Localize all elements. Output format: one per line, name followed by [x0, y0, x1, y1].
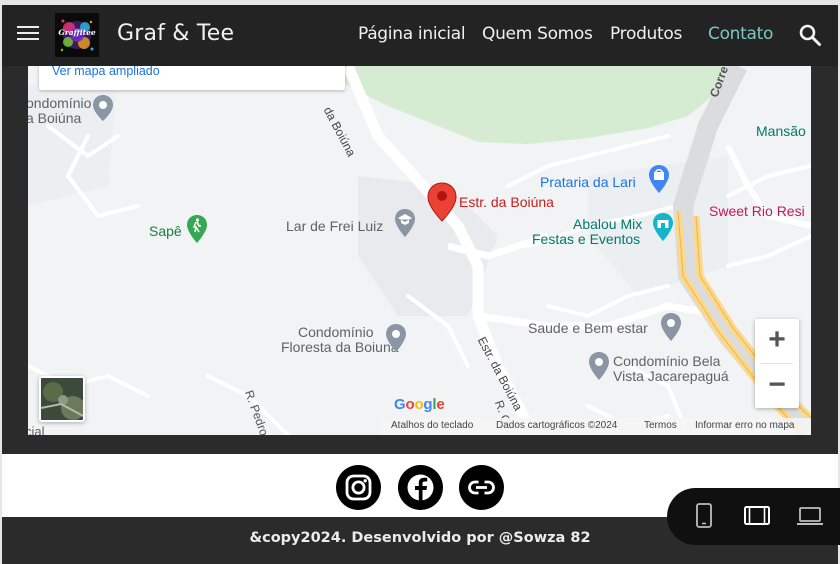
keyboard-shortcuts-link[interactable]: Atalhos do teclado	[391, 420, 473, 431]
map-data-text: Dados cartográficos ©2024	[496, 420, 618, 431]
map-attribution-bar: Atalhos do teclado Dados cartográficos ©…	[382, 418, 811, 435]
location-pin-icon[interactable]	[92, 94, 114, 122]
zoom-in-button[interactable]: +	[755, 319, 799, 363]
satellite-toggle-button[interactable]	[39, 376, 85, 422]
location-pin-icon[interactable]	[660, 312, 682, 342]
nav-products[interactable]: Produtos	[610, 24, 682, 44]
selected-location-pin-icon[interactable]	[427, 182, 457, 222]
school-pin-icon[interactable]	[394, 208, 416, 238]
location-pin-icon[interactable]	[385, 323, 407, 353]
map-label-condominio-boiuna-2: a Boiúna	[28, 110, 82, 126]
map-label-saude: Saude e Bem estar	[528, 320, 648, 336]
hamburger-icon[interactable]	[16, 23, 40, 47]
map-bottom-band	[2, 435, 838, 454]
map-label-mansao: Mansão	[756, 123, 806, 139]
site-header: Graffitee Graf & Tee Página inicial Quem…	[2, 5, 838, 66]
map-label-cial: cial	[28, 424, 45, 435]
map-label-abalou-1: Abalou Mix	[573, 216, 643, 232]
map-label-sweet: Sweet Rio Resi	[709, 203, 805, 219]
terms-link[interactable]: Termos	[644, 420, 677, 431]
map-info-card: Ver mapa ampliado	[39, 66, 345, 90]
nav-home[interactable]: Página inicial	[358, 24, 466, 44]
map-label-sape: Sapê	[149, 223, 182, 239]
logo-text: Graffitee	[58, 28, 96, 37]
hiking-pin-icon[interactable]	[186, 214, 208, 244]
map-label-bela-1: Condomínio Bela	[613, 353, 721, 369]
embedded-map[interactable]: Ver mapa ampliado ondomínio a Boiúna Sap…	[28, 66, 811, 435]
search-icon[interactable]	[798, 23, 822, 47]
satellite-thumbnail-icon	[41, 378, 83, 420]
phone-icon[interactable]	[690, 503, 718, 529]
brand-name[interactable]: Graf & Tee	[117, 21, 234, 46]
larger-map-link[interactable]: Ver mapa ampliado	[52, 66, 160, 78]
map-label-bela-2: Vista Jacarepaguá	[613, 368, 729, 384]
shopping-pin-icon[interactable]	[648, 164, 670, 194]
instagram-icon[interactable]	[336, 465, 381, 510]
map-label-floresta-2: Floresta da Boiuna	[281, 339, 399, 355]
map-label-lar: Lar de Frei Luiz	[286, 218, 384, 234]
map-label-selected: Estr. da Boiúna	[459, 194, 554, 210]
tablet-icon[interactable]	[743, 503, 771, 529]
store-pin-icon[interactable]	[652, 212, 674, 242]
map-label-condominio-boiuna-1: ondomínio	[28, 95, 92, 111]
map-label-floresta-1: Condomínio	[298, 324, 374, 340]
nav-contact[interactable]: Contato	[708, 24, 773, 44]
zoom-control: + −	[755, 319, 799, 408]
laptop-icon[interactable]	[796, 503, 824, 529]
nav-about[interactable]: Quem Somos	[482, 24, 593, 44]
facebook-icon[interactable]	[398, 465, 443, 510]
link-icon[interactable]	[459, 465, 504, 510]
brand-logo[interactable]: Graffitee	[55, 13, 99, 57]
map-label-abalou-2: Festas e Eventos	[532, 231, 641, 247]
map-label-prataria: Prataria da Lari	[540, 174, 636, 190]
report-error-link[interactable]: Informar erro no mapa	[695, 420, 795, 431]
device-preview-switcher	[667, 488, 840, 545]
google-logo: Google	[394, 396, 445, 413]
location-pin-icon[interactable]	[588, 351, 610, 381]
zoom-out-button[interactable]: −	[755, 364, 799, 408]
